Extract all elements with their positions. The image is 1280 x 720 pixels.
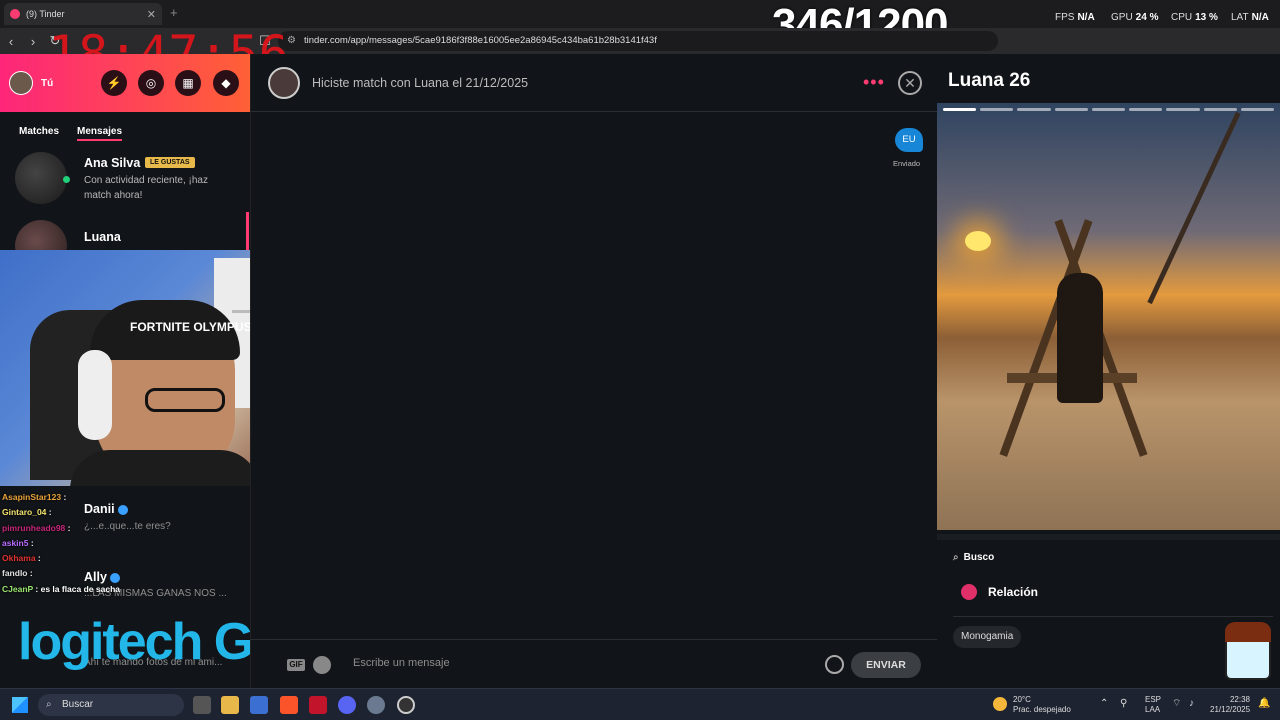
likes-you-badge: LE GUSTAS: [145, 157, 195, 168]
forward-icon[interactable]: ›: [22, 34, 44, 49]
weather-widget[interactable]: 20°C Prac. despejado: [993, 695, 1071, 715]
file-explorer-icon[interactable]: [221, 696, 239, 714]
logitech-logo: logitech G: [18, 613, 254, 671]
message-composer: GIF Escribe un mensaje ENVIAR: [251, 639, 938, 688]
browser-tab[interactable]: (9) Tinder ✕: [4, 3, 162, 25]
profile-panel: Luana 26 ⌕ Busco Relación Monogamia: [937, 54, 1280, 688]
relationship-goal: Relación: [988, 585, 1039, 599]
settings-icon[interactable]: [367, 696, 385, 714]
volume-icon[interactable]: ♪: [1189, 699, 1194, 709]
language-indicator[interactable]: ESP LAA: [1145, 695, 1161, 715]
chat-line: askin5 :: [2, 537, 34, 548]
boost-icon[interactable]: ⚡: [101, 70, 127, 96]
online-indicator: [63, 176, 70, 183]
conversation-name: Luana: [84, 230, 121, 244]
conversation-item[interactable]: Ana Silva LE GUSTAS Con actividad recien…: [15, 152, 245, 208]
tray-overflow-icon[interactable]: ⌃: [1100, 699, 1108, 709]
relationship-type-chip: Monogamia: [953, 626, 1022, 648]
message-input[interactable]: Escribe un mensaje: [353, 657, 450, 669]
store-icon[interactable]: [250, 696, 268, 714]
heart-icon: [961, 584, 977, 600]
photo-sun: [965, 231, 991, 251]
search-icon: ⌕: [953, 552, 959, 563]
sidebar-tabs: Matches Mensajes: [0, 112, 250, 141]
sidebar-header: Tú ⚡ ◎ ▦ ◆: [0, 54, 250, 112]
webcam-glasses: [145, 388, 225, 412]
divider: [953, 616, 1273, 617]
tinder-favicon-icon: [10, 9, 20, 19]
chat-line: pimrunheado98 :: [2, 522, 71, 533]
chat-line: AsapinStar123 :: [2, 492, 67, 502]
emoji-icon[interactable]: [825, 655, 844, 674]
streaming-app-icon[interactable]: [309, 696, 327, 714]
taskbar-search[interactable]: ⌕ Buscar: [38, 694, 184, 716]
explore-icon[interactable]: ◎: [138, 70, 164, 96]
conversation-name: Ana Silva: [84, 156, 141, 170]
avatar[interactable]: [9, 71, 33, 95]
task-view-icon[interactable]: [193, 696, 211, 714]
hud-fps: FPS N/A: [1055, 12, 1095, 23]
tab-mensajes[interactable]: Mensajes: [77, 126, 123, 141]
hud-lat: LAT N/A: [1231, 12, 1269, 23]
back-icon[interactable]: ‹: [0, 34, 22, 49]
profile-name-age: Luana 26: [948, 70, 1031, 91]
more-options-icon[interactable]: •••: [863, 72, 885, 93]
photo-structure: [1147, 111, 1280, 345]
avatar: [15, 152, 67, 204]
chat-panel: Hiciste match con Luana el 21/12/2025 ••…: [250, 54, 938, 688]
chat-header: Hiciste match con Luana el 21/12/2025 ••…: [251, 54, 937, 112]
gif-button[interactable]: GIF: [287, 659, 305, 671]
brave-browser-icon[interactable]: [280, 696, 298, 714]
sent-message-bubble: EU: [895, 128, 923, 152]
tab-title: (9) Tinder: [26, 9, 65, 19]
photo-progress-bars: [943, 108, 1274, 111]
close-icon[interactable]: ✕: [898, 71, 922, 95]
safety-shield-icon[interactable]: ◆: [213, 70, 239, 96]
conversation-preview: Con actividad reciente, ¡haz match ahora…: [84, 175, 208, 201]
stream-chat-overlay: AsapinStar123 : Gintaro_04 : pimrunheado…: [2, 490, 232, 597]
new-tab-icon[interactable]: +: [170, 5, 178, 20]
windows-taskbar: ⌕ Buscar 20°C Prac. despejado ⌃ ⚲ ESP LA…: [0, 688, 1280, 720]
card-divider: [937, 534, 1280, 540]
webcam-headset: [78, 350, 112, 440]
avatar[interactable]: [268, 66, 300, 99]
windows-start-icon[interactable]: [12, 697, 28, 713]
webcam-cap-text: FORTNITE OLYMPUS: [130, 320, 252, 334]
tab-matches[interactable]: Matches: [19, 126, 59, 141]
photo-person: [1057, 273, 1103, 403]
match-title: Hiciste match con Luana el 21/12/2025: [312, 75, 529, 90]
send-button[interactable]: ENVIAR: [851, 652, 921, 678]
chat-line: Gintaro_04 :: [2, 507, 52, 518]
hud-gpu: GPU 24 %: [1111, 12, 1159, 23]
webcam-shirt: [70, 450, 260, 486]
clock-widget[interactable]: 22:38 21/12/2025: [1210, 695, 1250, 715]
url-input[interactable]: ⚙ tinder.com/app/messages/5cae9186f3f88e…: [278, 31, 998, 51]
spotify-icon[interactable]: [313, 656, 331, 674]
network-icon[interactable]: ⚲: [1120, 699, 1127, 709]
sent-status: Enviado: [893, 159, 921, 168]
profile-photo[interactable]: [937, 103, 1280, 530]
selected-indicator: [246, 212, 249, 252]
briefcase-icon[interactable]: ▦: [175, 70, 201, 96]
chat-line: CJeanP : es la flaca de sacha: [2, 583, 120, 594]
chat-line: fandlo :: [2, 568, 33, 579]
looking-for-label: ⌕ Busco: [953, 552, 995, 563]
hud-cpu: CPU 13 %: [1171, 12, 1218, 23]
discord-icon[interactable]: [338, 696, 356, 714]
wifi-icon[interactable]: ⌔: [1172, 699, 1181, 709]
notification-icon[interactable]: 🔔: [1258, 699, 1270, 709]
weather-icon: [993, 697, 1007, 711]
search-icon: ⌕: [46, 699, 52, 710]
pixel-mascot-icon: [1225, 622, 1271, 680]
close-tab-icon[interactable]: ✕: [147, 8, 156, 21]
user-label[interactable]: Tú: [41, 78, 53, 89]
obs-icon[interactable]: [397, 696, 415, 714]
chat-line: Okhama :: [2, 553, 41, 564]
